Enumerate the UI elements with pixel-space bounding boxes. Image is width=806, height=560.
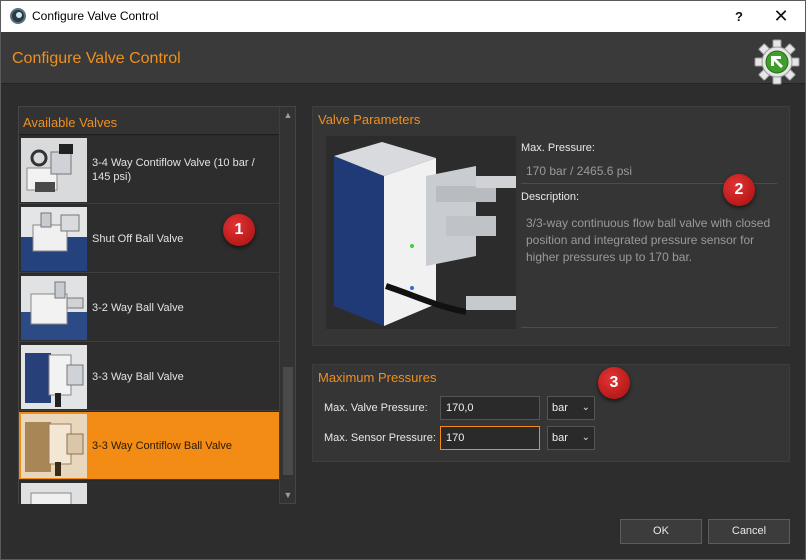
- valve-thumbnail: [21, 276, 87, 340]
- gear-arrow-icon: [754, 39, 800, 85]
- valve-pressure-unit-value: bar: [552, 402, 568, 414]
- window-title: Configure Valve Control: [32, 9, 159, 23]
- max-valve-pressure-input[interactable]: 170,0: [440, 396, 540, 420]
- list-item-label: 3-4 Way Contiflow Valve (10 bar / 145 ps…: [92, 157, 255, 183]
- maximum-pressures-panel: Maximum Pressures Max. Valve Pressure: 1…: [312, 364, 790, 462]
- valve-list-scrollbar[interactable]: ▲ ▼: [279, 107, 295, 503]
- max-pressure-value: 170 bar / 2465.6 psi: [526, 164, 633, 178]
- help-button[interactable]: ?: [717, 1, 761, 32]
- list-item-3-3-way-ball-valve[interactable]: 3-3 Way Ball Valve: [19, 343, 279, 411]
- max-valve-pressure-label: Max. Valve Pressure:: [324, 402, 428, 414]
- scroll-down-arrow-icon[interactable]: ▼: [280, 487, 296, 503]
- list-item-label: 3-2 Way Ball Valve: [92, 302, 184, 314]
- valve-thumbnail: [21, 207, 87, 271]
- valve-thumbnail: [21, 345, 87, 409]
- valve-thumbnail: [21, 138, 87, 202]
- list-item-label: 3-3 Way Contiflow Ball Valve: [92, 440, 232, 452]
- valve-photo: [326, 136, 516, 329]
- max-pressure-label: Max. Pressure:: [521, 142, 595, 154]
- chevron-down-icon: ⌄: [581, 402, 590, 413]
- valve-thumbnail: [21, 483, 87, 504]
- scroll-thumb[interactable]: [283, 367, 293, 475]
- title-bar: Configure Valve Control ? ✕: [1, 1, 805, 32]
- scroll-up-arrow-icon[interactable]: ▲: [280, 107, 296, 123]
- list-item-label: [92, 481, 276, 504]
- available-valves-title: Available Valves: [23, 115, 118, 130]
- valve-pressure-unit-select[interactable]: bar ⌄: [547, 396, 595, 420]
- sensor-pressure-unit-value: bar: [552, 432, 568, 444]
- available-valves-header: Available Valves: [19, 107, 279, 135]
- valve-parameters-title: Valve Parameters: [318, 112, 421, 127]
- list-item-3-2-way-ball-valve[interactable]: 3-2 Way Ball Valve: [19, 274, 279, 342]
- maximum-pressures-title: Maximum Pressures: [318, 370, 437, 385]
- valve-list: 3-4 Way Contiflow Valve (10 bar / 145 ps…: [19, 136, 279, 504]
- description-label: Description:: [521, 191, 580, 203]
- callout-badge-2: 2: [723, 174, 755, 206]
- callout-badge-1: 1: [223, 214, 255, 246]
- dialog-window: Configure Valve Control ? ✕ Configure Va…: [0, 0, 806, 560]
- max-sensor-pressure-input[interactable]: 170: [440, 426, 540, 450]
- cancel-button[interactable]: Cancel: [708, 519, 790, 544]
- dialog-header: Configure Valve Control: [1, 32, 805, 85]
- close-button[interactable]: ✕: [759, 1, 803, 32]
- list-item-3-3-way-contiflow-ball-valve[interactable]: 3-3 Way Contiflow Ball Valve: [19, 412, 279, 480]
- callout-badge-3: 3: [598, 367, 630, 399]
- app-icon: [10, 8, 26, 24]
- max-sensor-pressure-label: Max. Sensor Pressure:: [324, 432, 436, 444]
- list-item-contiflow-valve[interactable]: 3-4 Way Contiflow Valve (10 bar / 145 ps…: [19, 136, 279, 204]
- ok-button[interactable]: OK: [620, 519, 702, 544]
- list-item-partial[interactable]: [19, 481, 279, 504]
- divider: [521, 327, 777, 328]
- available-valves-panel: Available Valves 3-4 Way Contiflow Valve…: [18, 106, 296, 504]
- valve-thumbnail: [21, 414, 87, 478]
- header-title: Configure Valve Control: [12, 50, 181, 67]
- list-item-label: 3-3 Way Ball Valve: [92, 371, 184, 383]
- chevron-down-icon: ⌄: [581, 432, 590, 443]
- sensor-pressure-unit-select[interactable]: bar ⌄: [547, 426, 595, 450]
- valve-parameters-panel: Valve Parameters Max. Pressure: 170 bar …: [312, 106, 790, 346]
- description-value: 3/3-way continuous flow ball valve with …: [526, 216, 771, 264]
